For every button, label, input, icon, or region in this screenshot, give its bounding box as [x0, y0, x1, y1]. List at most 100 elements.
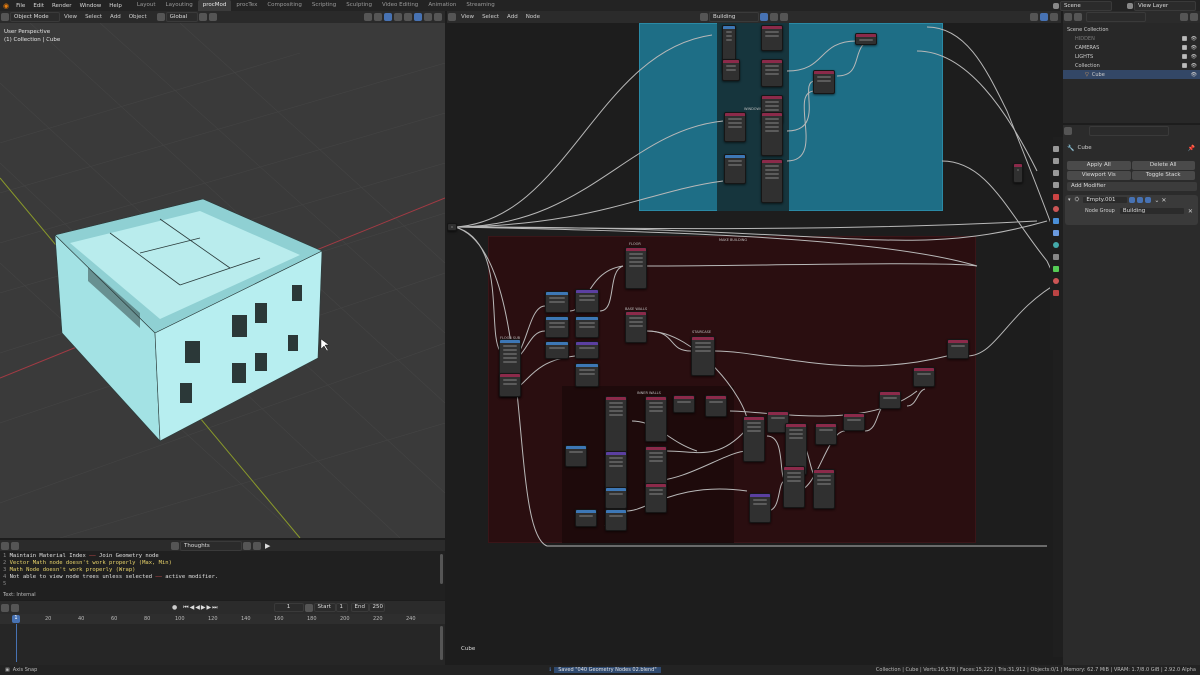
menu-window[interactable]: Window: [76, 3, 106, 9]
exclude-checkbox[interactable]: [1181, 45, 1187, 50]
node[interactable]: [724, 112, 746, 142]
transform-orientation[interactable]: Global: [165, 12, 198, 22]
node[interactable]: [813, 70, 835, 94]
viewport-vis-button[interactable]: Viewport Vis: [1067, 171, 1131, 180]
group-input-node[interactable]: [447, 223, 457, 231]
blender-logo-icon[interactable]: ◉: [0, 2, 12, 10]
playhead[interactable]: 1: [12, 615, 20, 623]
editmode-toggle-icon[interactable]: [1129, 197, 1136, 203]
unlink-icon[interactable]: ✕: [1188, 208, 1193, 215]
viewport-menu-object[interactable]: Object: [125, 14, 151, 20]
view-layer-tab-icon[interactable]: [1053, 182, 1059, 188]
text-editor[interactable]: Thoughts ▶ 1 Maintain Material Index —— …: [0, 540, 445, 600]
node[interactable]: [545, 316, 569, 338]
node[interactable]: [575, 509, 597, 527]
exclude-checkbox[interactable]: [1181, 63, 1187, 68]
viewport-menu-add[interactable]: Add: [106, 14, 125, 20]
node[interactable]: [605, 396, 627, 456]
modifier-name-field[interactable]: Empty.001: [1082, 196, 1129, 204]
tab-streaming[interactable]: Streaming: [461, 0, 499, 11]
properties-search-input[interactable]: [1089, 126, 1169, 136]
snap-icon[interactable]: [198, 13, 207, 21]
filter-icon[interactable]: [1180, 13, 1188, 21]
node[interactable]: [761, 59, 783, 87]
scene-tab-icon[interactable]: [1053, 194, 1059, 200]
node-editor[interactable]: View Select Add Node Building MAKE BUILD…: [447, 11, 1061, 665]
editor-type-icon[interactable]: [1064, 127, 1072, 135]
xray-icon[interactable]: [394, 13, 402, 21]
menu-help[interactable]: Help: [105, 3, 126, 9]
properties-editor[interactable]: 🔧 Cube 📌 Apply All Delete All Viewport V…: [1053, 125, 1200, 665]
node[interactable]: [565, 445, 587, 467]
expand-icon[interactable]: ▾: [1068, 197, 1071, 203]
text-line[interactable]: 2 Vector Math node doesn't work properly…: [3, 560, 218, 567]
outliner-item-cameras[interactable]: CAMERAS 👁: [1063, 43, 1200, 52]
menu-file[interactable]: File: [12, 3, 29, 9]
timeline-menu-icon[interactable]: [11, 603, 19, 612]
node[interactable]: [545, 291, 569, 313]
timeline-scrollbar[interactable]: [440, 626, 443, 660]
shading-solid-icon[interactable]: [414, 13, 422, 21]
viewport-menu-view[interactable]: View: [60, 14, 81, 20]
3d-viewport[interactable]: Object Mode View Select Add Object Globa…: [0, 11, 445, 538]
editor-type-icon[interactable]: [1, 13, 9, 21]
tool-tab-icon[interactable]: [1053, 146, 1059, 152]
node[interactable]: [605, 487, 627, 509]
tab-proctex[interactable]: procTex: [231, 0, 262, 11]
scene-selector[interactable]: Scene: [1060, 0, 1112, 11]
proportional-edit-icon[interactable]: [208, 13, 217, 21]
tab-layouting[interactable]: Layouting: [161, 0, 198, 11]
outliner-root[interactable]: Scene Collection: [1063, 25, 1200, 34]
node[interactable]: [743, 416, 765, 462]
text-line[interactable]: 4 Not able to view node trees unless sel…: [3, 574, 218, 581]
transform-pivot-icon[interactable]: [156, 13, 165, 21]
node-group-selector[interactable]: Building: [1118, 207, 1185, 215]
display-mode-icon[interactable]: [1074, 13, 1082, 21]
eye-icon[interactable]: 👁: [1191, 63, 1197, 69]
editor-type-icon[interactable]: [1, 541, 9, 550]
start-frame-field[interactable]: 1: [335, 603, 348, 612]
node[interactable]: [913, 367, 935, 387]
record-icon[interactable]: ●: [172, 604, 177, 611]
eye-icon[interactable]: 👁: [1191, 72, 1197, 78]
shading-rendered-icon[interactable]: [434, 13, 442, 21]
texture-tab-icon[interactable]: [1053, 290, 1059, 296]
eye-icon[interactable]: 👁: [1191, 54, 1197, 60]
pin-icon[interactable]: 📌: [1188, 145, 1195, 152]
node[interactable]: [625, 311, 647, 343]
text-line[interactable]: 3 Math Node doesn't work properly (Wrap): [3, 567, 218, 574]
node[interactable]: [761, 112, 783, 156]
node[interactable]: [645, 396, 667, 442]
tab-video-editing[interactable]: Video Editing: [377, 0, 423, 11]
outliner-item-cube[interactable]: ▽ Cube 👁: [1063, 70, 1200, 79]
toggle-stack-button[interactable]: Toggle Stack: [1131, 171, 1195, 180]
run-script-icon[interactable]: ▶: [265, 542, 270, 550]
node[interactable]: [575, 289, 599, 313]
eye-icon[interactable]: 👁: [1191, 45, 1197, 51]
node[interactable]: [843, 413, 865, 431]
modifier-panel[interactable]: ▾ ⛭ Empty.001 ⌄ ✕ Node Group Building ✕: [1065, 195, 1198, 225]
eye-icon[interactable]: 👁: [1191, 36, 1197, 42]
new-collection-icon[interactable]: [1190, 13, 1198, 21]
delete-all-button[interactable]: Delete All: [1131, 161, 1195, 170]
shading-wireframe-icon[interactable]: [404, 13, 412, 21]
text-menu-icon[interactable]: [11, 541, 19, 550]
outliner-item-hidden[interactable]: HIDDEN 👁: [1063, 34, 1200, 43]
close-icon[interactable]: ✕: [1161, 197, 1166, 204]
outliner-search-input[interactable]: [1086, 12, 1146, 22]
node[interactable]: [813, 469, 835, 509]
node[interactable]: [815, 423, 837, 445]
editor-type-icon[interactable]: [1064, 13, 1072, 21]
add-modifier-button[interactable]: Add Modifier: [1067, 182, 1197, 191]
tab-scripting[interactable]: Scripting: [307, 0, 341, 11]
node[interactable]: [1013, 163, 1023, 183]
node[interactable]: [761, 159, 783, 203]
node[interactable]: [691, 336, 715, 376]
node[interactable]: [947, 339, 969, 359]
dropdown-icon[interactable]: ⌄: [1154, 197, 1159, 204]
render-toggle-icon[interactable]: [1145, 197, 1152, 203]
timeline-ruler[interactable]: 0 20 40 60 80 100 120 140 160 180 200 22…: [0, 614, 445, 624]
node[interactable]: [499, 373, 521, 397]
visibility-icon[interactable]: [364, 13, 372, 21]
node[interactable]: [605, 509, 627, 531]
